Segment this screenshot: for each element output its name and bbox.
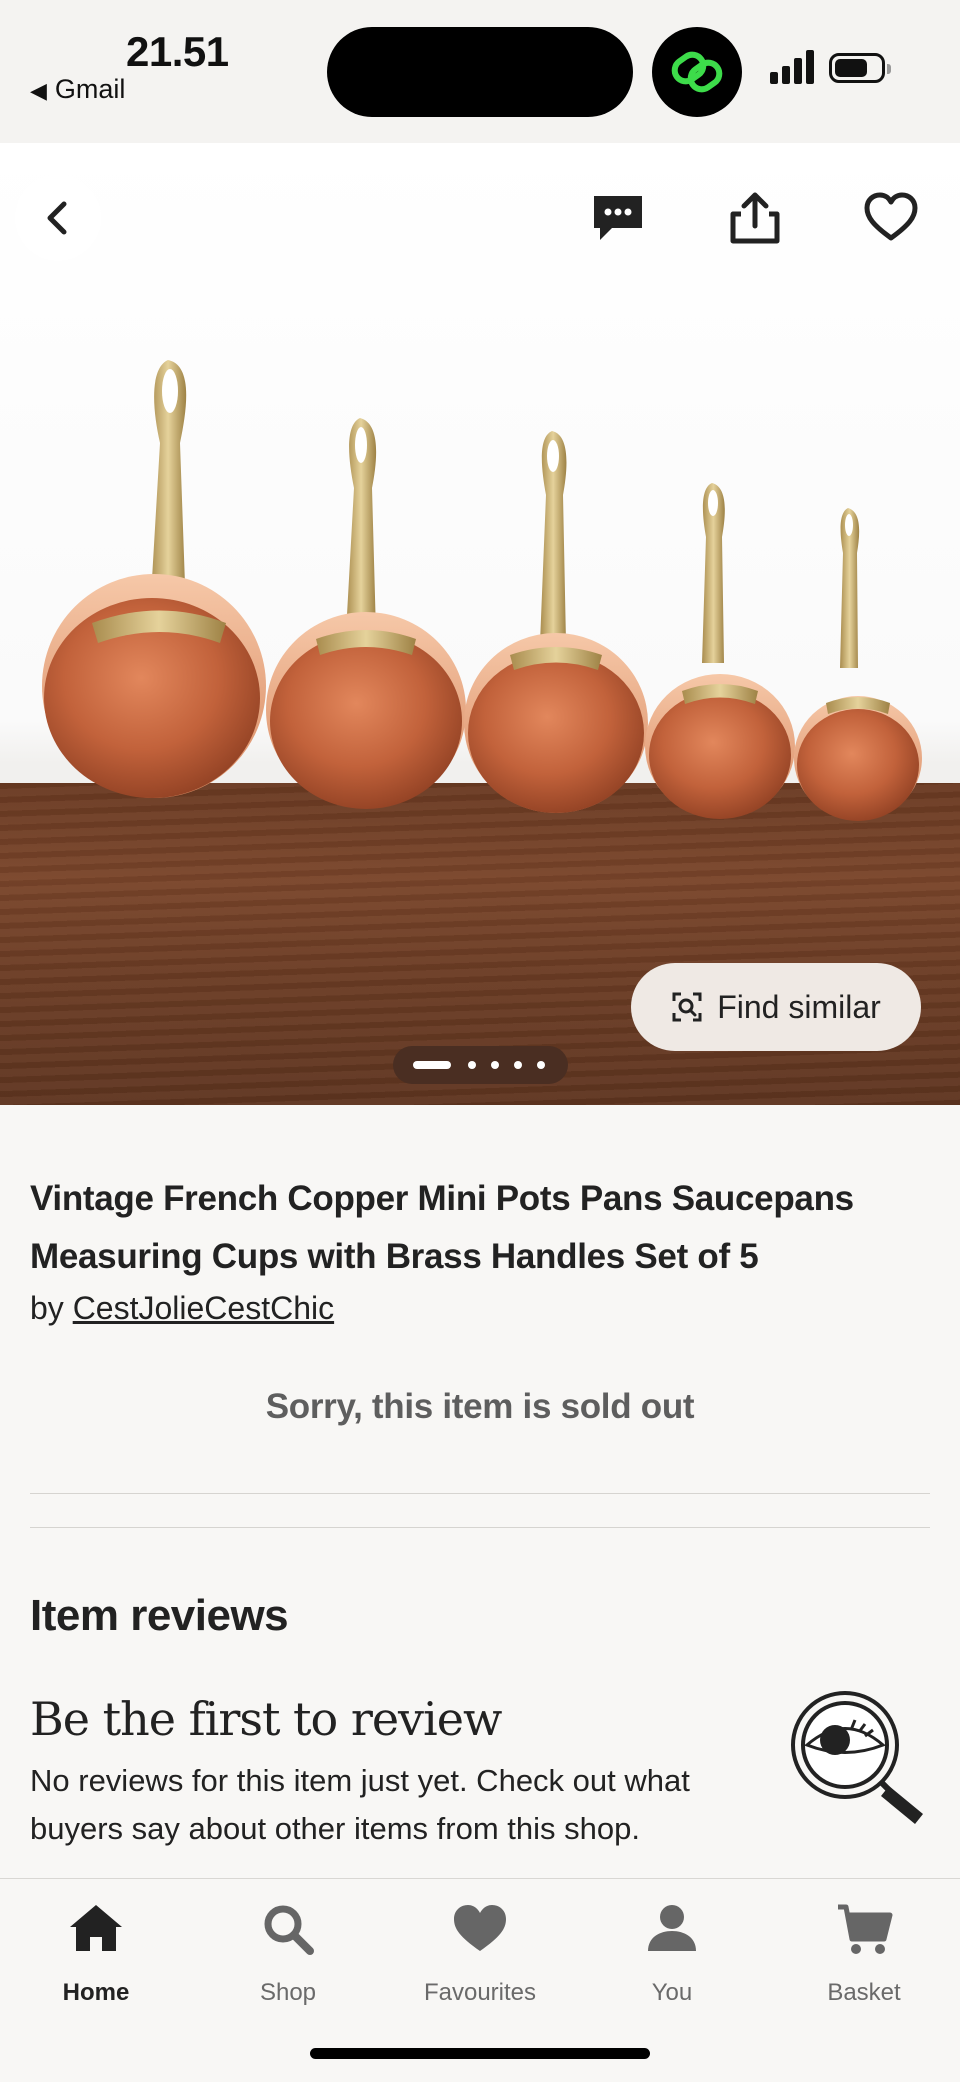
home-icon	[70, 1905, 122, 1951]
battery-icon	[829, 53, 891, 83]
tab-favourites[interactable]: Favourites	[384, 1879, 576, 2019]
message-seller-button[interactable]	[575, 175, 661, 261]
chevron-left-icon	[47, 201, 67, 235]
shop-name-link[interactable]: CestJolieCestChic	[73, 1290, 334, 1326]
copper-pots-image	[42, 360, 922, 821]
visual-search-icon	[672, 992, 702, 1022]
carousel-dot[interactable]	[537, 1061, 545, 1069]
chat-bubble-icon	[594, 196, 642, 240]
cellular-signal-icon	[770, 50, 816, 84]
carousel-dot[interactable]	[514, 1061, 522, 1069]
reviews-heading: Item reviews	[30, 1591, 289, 1640]
sold-out-message: Sorry, this item is sold out	[265, 1387, 695, 1426]
dynamic-island	[327, 27, 633, 117]
carousel-pagination[interactable]	[393, 1046, 568, 1084]
carousel-dot[interactable]	[468, 1061, 476, 1069]
divider	[30, 1527, 930, 1528]
find-similar-button[interactable]: Find similar	[631, 963, 921, 1051]
product-image-carousel[interactable]	[0, 143, 960, 1105]
tab-you[interactable]: You	[576, 1879, 768, 2019]
tab-label: Home	[62, 1979, 130, 2006]
heart-icon	[454, 1905, 506, 1951]
tab-label: Basket	[827, 1979, 901, 2006]
find-similar-label: Find similar	[717, 988, 881, 1025]
back-triangle-icon: ◀	[30, 78, 47, 103]
search-icon	[264, 1905, 314, 1955]
back-button[interactable]	[15, 175, 101, 261]
divider	[30, 1493, 930, 1494]
carousel-dot[interactable]	[491, 1061, 499, 1069]
tab-label: Favourites	[423, 1979, 537, 2006]
magnifier-eye-icon	[791, 1691, 923, 1824]
tab-basket[interactable]: Basket	[768, 1879, 960, 2019]
person-icon	[648, 1905, 696, 1951]
home-indicator[interactable]	[310, 2048, 650, 2059]
tab-home[interactable]: Home	[0, 1879, 192, 2019]
back-app-label: Gmail	[54, 74, 126, 104]
shop-byline: by CestJolieCestChic	[30, 1290, 334, 1327]
link-app-icon[interactable]	[652, 27, 742, 117]
tab-label: Shop	[259, 1979, 317, 2006]
back-to-app-link[interactable]: ◀ Gmail	[30, 74, 125, 105]
cart-icon	[838, 1904, 893, 1954]
empty-reviews-text: No reviews for this item just yet. Check…	[30, 1763, 690, 1846]
tab-label: You	[651, 1979, 693, 2006]
share-button[interactable]	[712, 175, 798, 261]
share-icon	[730, 192, 780, 244]
listing-title: Vintage French Copper Mini Pots Pans Sau…	[30, 1179, 854, 1276]
tab-shop[interactable]: Shop	[192, 1879, 384, 2019]
favourite-button[interactable]	[848, 175, 934, 261]
empty-reviews-title: Be the first to review	[30, 1692, 502, 1746]
carousel-dot-active[interactable]	[413, 1061, 451, 1069]
status-time: 21.51	[126, 28, 229, 75]
by-prefix: by	[30, 1290, 64, 1326]
status-bar: 21.51 ◀ Gmail	[0, 0, 960, 143]
heart-outline-icon	[864, 192, 918, 241]
